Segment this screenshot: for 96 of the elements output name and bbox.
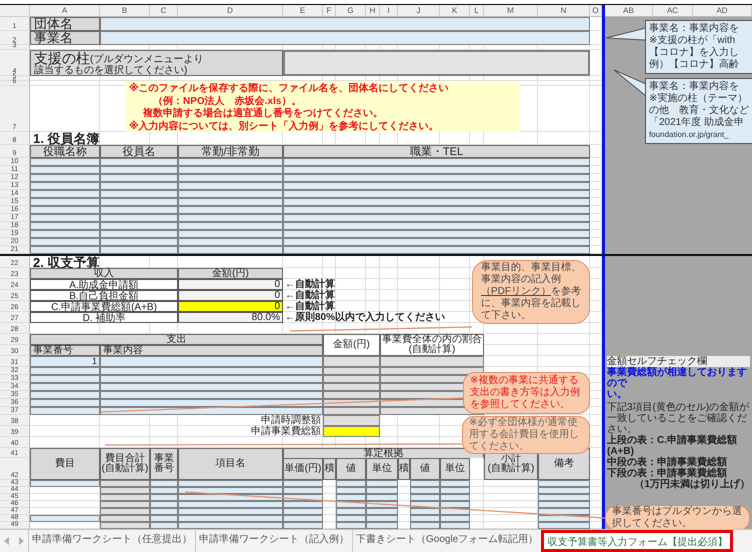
note-text: ←自動計算: [284, 290, 336, 301]
input-field[interactable]: [100, 31, 590, 45]
alert-text: 事業費総額が相違しておりますので: [607, 367, 748, 389]
comment-text: 事業名：事業内容を: [649, 23, 740, 34]
check-item: 中段の表：申請事業費総額: [607, 457, 728, 468]
row-label: C.申請事業費総額(A+B): [30, 301, 178, 312]
column-header: 値: [336, 458, 366, 480]
column-header: 金額(円): [323, 334, 380, 356]
note-text: ←自動計算: [284, 301, 335, 312]
field-label: 事業名: [30, 31, 100, 45]
column-header: 事業内容: [100, 345, 323, 356]
comment-text: 例）【コロナ】高齢: [649, 59, 740, 71]
column-header: 事業費全体の内の割合(自動計算): [380, 334, 484, 356]
column-header: 収入: [30, 268, 178, 279]
column-header: 積: [398, 458, 410, 480]
next-arrow-icon[interactable]: [18, 537, 24, 545]
column-header: 役員名: [100, 145, 178, 158]
column-header: 単位: [366, 458, 398, 480]
column-letter[interactable]: K: [440, 5, 470, 17]
column-header: 値: [410, 458, 440, 480]
column-header: 単価(円): [283, 458, 323, 480]
callout-text: 事業目的、事業目標、事業内容の記入例 （PDFリンク）を参考に、事業内容を記載して下さい。: [481, 262, 581, 322]
column-letter[interactable]: C: [150, 5, 178, 17]
section-title: 1. 役員名簿: [32, 132, 100, 145]
column-letter[interactable]: B: [100, 5, 150, 17]
dropdown-field[interactable]: [283, 50, 590, 76]
amount-cell: 0: [178, 301, 283, 312]
check-item: 下段の表：申請事業費総額: [607, 468, 727, 479]
comment-text: ※実施の柱（テーマ）: [649, 93, 748, 104]
column-header: 職業・TEL: [283, 145, 590, 158]
notice-text: ※入力内容については、別シート「入力例」を参考にしてください。: [129, 120, 440, 133]
field-label: 支援の柱: [34, 51, 90, 65]
comment-text: の他 教育・文化など: [649, 105, 749, 116]
check-item: 上段の表：C.申請事業費総額(A+B): [607, 435, 738, 457]
column-letter[interactable]: H: [366, 5, 380, 17]
column-header: 事業番号: [150, 448, 178, 480]
column-header: 事業番号: [30, 345, 100, 356]
sheet-tab[interactable]: 申請準備ワークシート（任意提出）: [28, 530, 195, 552]
notice-text: ※このファイルを保存する際に、ファイル名を、団体名にしてください: [129, 83, 450, 96]
comment-text: 「2021年度 助成金申: [649, 117, 746, 129]
column-header: 項目名: [178, 448, 283, 480]
column-letter[interactable]: AD: [693, 5, 752, 17]
comment-text: 【コロナ】を入力し: [649, 47, 740, 58]
column-letter[interactable]: N: [538, 5, 590, 17]
column-letter[interactable]: G: [336, 5, 366, 17]
column-header: 費目: [30, 448, 100, 480]
input-field[interactable]: [100, 17, 590, 31]
sheet-tab[interactable]: 申請準備ワークシート（記入例）: [195, 530, 352, 552]
sheet-tab[interactable]: 収支予算書等入力フォーム【提出必須】: [541, 530, 734, 552]
note-text: ←原則80%以内で入力してください: [284, 312, 446, 323]
amount-cell: 80.0%: [178, 312, 283, 323]
column-letter[interactable]: E: [283, 5, 323, 17]
alert-text: い。: [607, 389, 628, 400]
table-cell: 1: [30, 356, 100, 367]
column-letter[interactable]: O: [590, 5, 602, 17]
column-header: 単位: [440, 458, 470, 480]
check-title: 金額セルフチェック欄: [607, 356, 750, 367]
column-header: 常勤/非常勤: [178, 145, 283, 158]
note-text: ←自動計算: [284, 279, 336, 290]
amount-cell: 0: [178, 279, 283, 290]
row-label: D. 補助率: [30, 312, 178, 323]
column-letter[interactable]: D: [178, 5, 283, 17]
table-cell: [323, 356, 380, 367]
column-header: 役職名称: [30, 145, 100, 158]
hint-text: (プルダウンメニューより: [90, 54, 204, 65]
comment-text: foundation.or.jp/grant_: [649, 129, 730, 141]
comment-text: ※支援の柱が「with: [649, 35, 736, 46]
column-letter[interactable]: M: [484, 5, 538, 17]
notice-text: 複数申請する場合は適宜通し番号をつけてください。: [142, 108, 384, 120]
footnote-text: （1万円未満は切り上げ）: [633, 479, 750, 490]
field-label: 団体名: [30, 17, 100, 31]
column-letter[interactable]: A: [30, 5, 100, 17]
column-letter[interactable]: I: [380, 5, 398, 17]
pdf-link[interactable]: （PDFリンク）: [481, 286, 551, 297]
callout-text: 事業番号はプルダウンから選択してください。: [612, 506, 743, 530]
row-label: 申請時調整額: [261, 415, 322, 426]
column-header: 支出: [30, 334, 323, 345]
comment-text: 事業名：事業内容を: [649, 81, 740, 92]
section-title: 2. 収支予算: [32, 256, 100, 268]
instruction-text: 下記3項目(黄色のセル)の金額が一致していることをご確認ください。: [607, 402, 750, 435]
hint-text: 該当するものを選択してください): [34, 65, 188, 76]
row-label: 申請事業費総額: [250, 426, 322, 437]
column-letter[interactable]: AB: [605, 5, 653, 17]
row-label: A.助成金申請額: [30, 279, 178, 290]
column-letter[interactable]: F: [323, 5, 336, 17]
column-header: 費目合計(自動計算): [100, 448, 150, 480]
column-header: 金額(円): [178, 268, 283, 279]
amount-cell: 0: [178, 290, 283, 301]
column-letter[interactable]: J: [398, 5, 440, 17]
column-letter[interactable]: AC: [653, 5, 693, 17]
callout-text: ※複数の事業に共通する支出の書き方等は入力例を参照してください。: [470, 375, 581, 411]
column-letter[interactable]: L: [470, 5, 484, 17]
previous-arrow-icon[interactable]: [4, 537, 10, 545]
column-header: 積: [323, 458, 336, 480]
row-label: B.自己負担金額: [30, 290, 178, 301]
notice-text: （例：NPO法人 赤坂会.xls）。: [152, 96, 302, 107]
